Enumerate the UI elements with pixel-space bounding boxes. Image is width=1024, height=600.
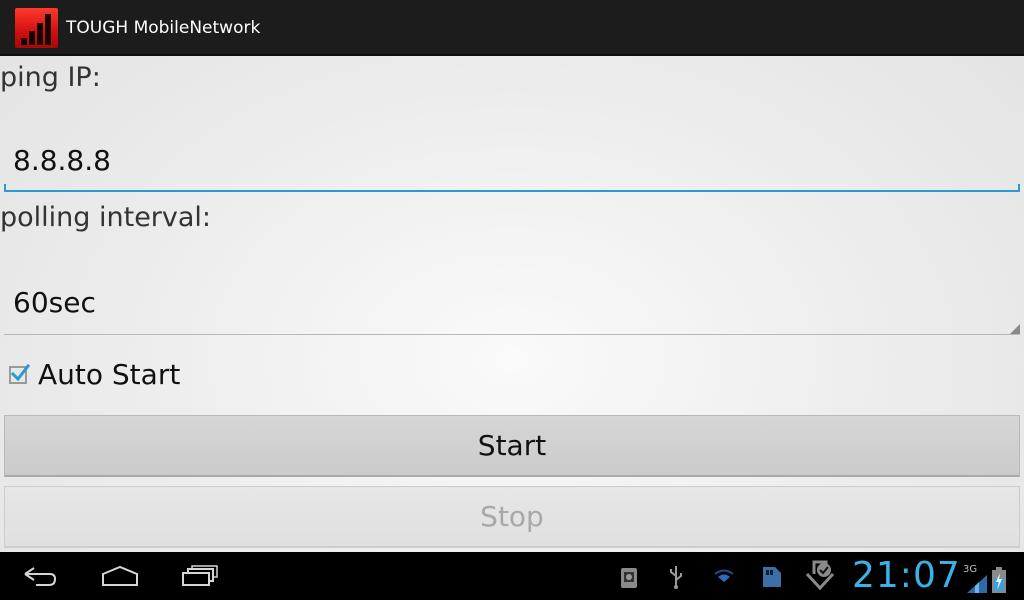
spinner-underline (4, 334, 1020, 335)
input-underline-right-tick (1018, 184, 1020, 192)
polling-interval-spinner[interactable]: 60sec (4, 272, 1020, 335)
download-icon[interactable] (805, 560, 835, 594)
signal-bars-icon[interactable] (15, 8, 58, 48)
input-underline-left-tick (4, 184, 6, 192)
home-icon[interactable] (101, 565, 139, 587)
polling-interval-label: polling interval: (0, 202, 212, 233)
cell-signal-icon[interactable] (966, 574, 988, 594)
status-clock[interactable]: 21:07 (852, 556, 961, 596)
android-debug-icon[interactable] (619, 564, 639, 590)
usb-icon[interactable] (667, 564, 685, 590)
system-bar: 21:07 3G (0, 552, 1024, 600)
spinner-dropdown-indicator[interactable] (1010, 324, 1020, 334)
action-bar: TOUGH MobileNetwork (0, 0, 1024, 56)
recent-apps-icon[interactable] (181, 565, 219, 587)
stop-button[interactable]: Stop (4, 486, 1020, 548)
polling-interval-value[interactable]: 60sec (13, 286, 96, 320)
ping-ip-label: ping IP: (0, 62, 101, 93)
ping-ip-value[interactable]: 8.8.8.8 (13, 144, 111, 178)
battery-charging-icon[interactable] (991, 566, 1007, 594)
sd-card-icon[interactable] (760, 565, 784, 589)
wifi-icon[interactable] (714, 568, 734, 584)
auto-start-label[interactable]: Auto Start (38, 358, 180, 392)
auto-start-checkbox[interactable] (9, 363, 31, 384)
back-icon[interactable] (22, 566, 58, 588)
auto-start-row[interactable]: Auto Start (6, 356, 306, 396)
start-button[interactable]: Start (4, 415, 1020, 477)
app-title: TOUGH MobileNetwork (66, 18, 261, 38)
input-underline (4, 190, 1020, 192)
checkmark-icon (10, 363, 31, 382)
ping-ip-input[interactable]: 8.8.8.8 (4, 130, 1020, 192)
